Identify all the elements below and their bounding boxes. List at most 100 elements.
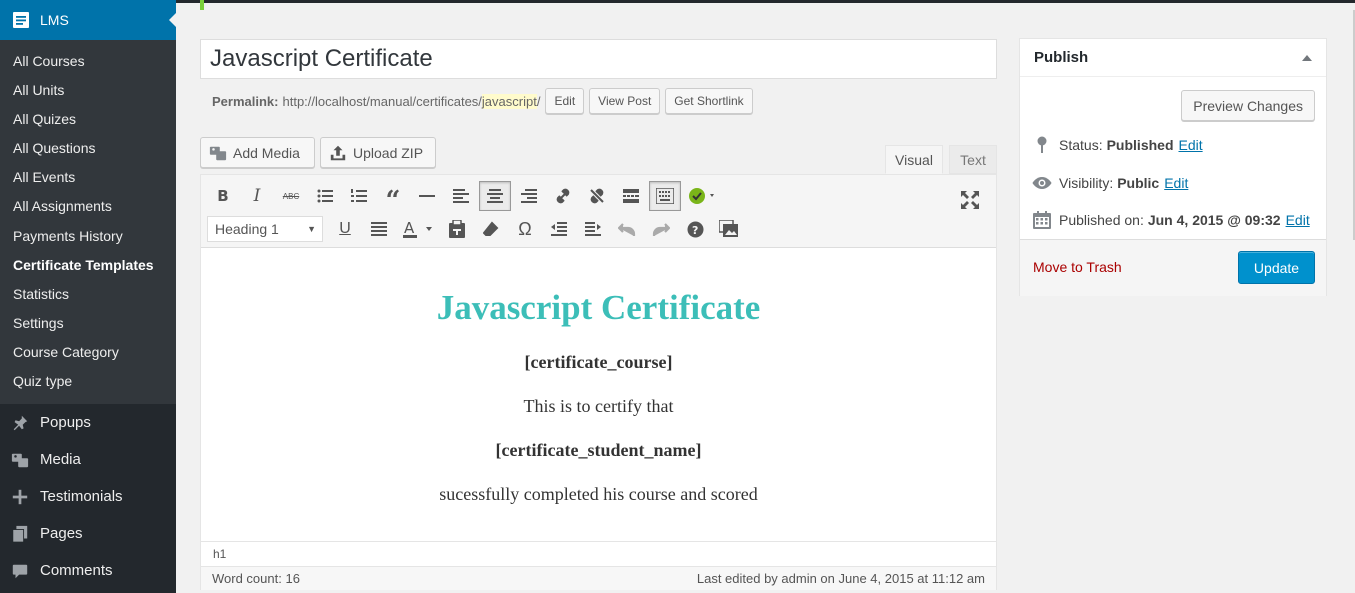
- redo-icon[interactable]: [645, 214, 677, 244]
- word-count: Word count: 16: [212, 571, 300, 586]
- italic-icon[interactable]: I: [241, 181, 273, 211]
- publish-box: Publish Preview Changes Status: Publishe…: [1019, 38, 1327, 296]
- tab-visual[interactable]: Visual: [885, 145, 943, 174]
- sidebar-item-pages[interactable]: Pages: [0, 515, 176, 552]
- get-shortlink-button[interactable]: Get Shortlink: [665, 88, 753, 114]
- submenu-item-all-quizes[interactable]: All Quizes: [0, 105, 176, 134]
- undo-icon[interactable]: [611, 214, 643, 244]
- move-to-trash-link[interactable]: Move to Trash: [1033, 259, 1122, 275]
- submenu-item-payments-history[interactable]: Payments History: [0, 222, 176, 251]
- visibility-value: Public: [1117, 175, 1160, 191]
- view-post-button[interactable]: View Post: [589, 88, 661, 114]
- toolbar-toggle-icon[interactable]: [649, 181, 681, 211]
- submenu-item-settings[interactable]: Settings: [0, 309, 176, 338]
- pages-icon: [10, 524, 30, 544]
- media-icon: [209, 144, 227, 162]
- collapse-arrow-icon[interactable]: [1302, 54, 1312, 61]
- horizontal-line-icon[interactable]: [411, 181, 443, 211]
- sidebar-item-popups[interactable]: Popups: [0, 404, 176, 441]
- align-left-icon[interactable]: [445, 181, 477, 211]
- sidebar-item-label: Popups: [40, 414, 91, 432]
- paste-text-icon[interactable]: [441, 214, 473, 244]
- submenu-item-course-category[interactable]: Course Category: [0, 338, 176, 367]
- link-icon[interactable]: [547, 181, 579, 211]
- upload-zip-button[interactable]: Upload ZIP: [320, 137, 436, 168]
- top-bar-edge: [176, 0, 1355, 3]
- word-count-bar: Word count: 16 Last edited by admin on J…: [201, 566, 996, 590]
- submenu-item-quiz-type[interactable]: Quiz type: [0, 367, 176, 396]
- upload-zip-label: Upload ZIP: [353, 144, 424, 161]
- status-value: Published: [1106, 137, 1174, 153]
- special-character-icon[interactable]: Ω: [509, 214, 541, 244]
- submenu-item-all-assignments[interactable]: All Assignments: [0, 192, 176, 221]
- pin-icon: [10, 413, 30, 433]
- submenu-item-all-questions[interactable]: All Questions: [0, 134, 176, 163]
- sidebar-item-testimonials[interactable]: Testimonials: [0, 478, 176, 515]
- outdent-icon[interactable]: [543, 214, 575, 244]
- submenu-item-all-courses[interactable]: All Courses: [0, 47, 176, 76]
- edit-status-link[interactable]: Edit: [1179, 137, 1203, 153]
- help-icon[interactable]: ?: [679, 214, 711, 244]
- submenu-item-all-units[interactable]: All Units: [0, 76, 176, 105]
- post-title-input[interactable]: Javascript Certificate: [200, 39, 997, 79]
- fullscreen-icon[interactable]: [954, 185, 986, 215]
- permalink-slug[interactable]: javascript: [481, 93, 537, 109]
- submenu-item-certificate-templates[interactable]: Certificate Templates: [0, 251, 176, 280]
- spellcheck-icon[interactable]: [683, 181, 723, 211]
- editor-content[interactable]: Javascript Certificate [certificate_cour…: [201, 248, 996, 541]
- visibility-label: Visibility:: [1059, 175, 1114, 191]
- lms-submenu: All Courses All Units All Quizes All Que…: [0, 40, 176, 405]
- tab-text[interactable]: Text: [949, 145, 997, 174]
- blockquote-icon[interactable]: “: [377, 181, 409, 216]
- add-media-button[interactable]: Add Media: [200, 137, 315, 168]
- published-value: Jun 4, 2015 @ 09:32: [1147, 212, 1281, 228]
- completed-text: sucessfully completed his course and sco…: [439, 484, 758, 504]
- certify-text: This is to certify that: [523, 396, 674, 416]
- course-shortcode: [certificate_course]: [524, 352, 673, 372]
- numbered-list-icon[interactable]: [343, 181, 375, 211]
- clear-formatting-icon[interactable]: [475, 214, 507, 244]
- edit-date-link[interactable]: Edit: [1286, 212, 1310, 228]
- permalink-base: http://localhost/manual/certificates/: [282, 93, 482, 109]
- preview-changes-button[interactable]: Preview Changes: [1181, 90, 1315, 121]
- align-right-icon[interactable]: [513, 181, 545, 211]
- format-select[interactable]: Heading 1 ▼: [207, 216, 323, 242]
- bulleted-list-icon[interactable]: [309, 181, 341, 211]
- student-name-shortcode: [certificate_student_name]: [495, 440, 702, 460]
- status-row: Status: Published Edit: [1032, 135, 1203, 155]
- indent-icon[interactable]: [577, 214, 609, 244]
- published-label: Published on:: [1059, 212, 1144, 228]
- publish-actions: Move to Trash Update: [1020, 239, 1326, 296]
- publish-box-header[interactable]: Publish: [1020, 39, 1326, 77]
- read-more-icon[interactable]: [615, 181, 647, 211]
- element-path[interactable]: h1: [201, 541, 996, 566]
- last-edited: Last edited by admin on June 4, 2015 at …: [696, 571, 985, 586]
- bold-icon[interactable]: B: [207, 181, 239, 211]
- editor-toolbar: B I ABC “ Heading 1 ▼ U A Ω ?: [201, 175, 996, 248]
- sidebar-item-media[interactable]: Media: [0, 441, 176, 478]
- svg-text:A: A: [404, 220, 415, 237]
- post-editor: B I ABC “ Heading 1 ▼ U A Ω ? Javascript…: [200, 174, 997, 590]
- submenu-item-all-events[interactable]: All Events: [0, 163, 176, 192]
- edit-visibility-link[interactable]: Edit: [1164, 175, 1188, 191]
- strikethrough-icon[interactable]: ABC: [275, 181, 307, 211]
- unlink-icon[interactable]: [581, 181, 613, 211]
- toolbar-row-1: B I ABC “: [207, 180, 725, 216]
- update-button[interactable]: Update: [1238, 251, 1315, 284]
- document-icon: [10, 9, 32, 31]
- sidebar-item-comments[interactable]: Comments: [0, 552, 176, 589]
- justify-icon[interactable]: [363, 214, 395, 244]
- text-color-icon[interactable]: A: [397, 214, 439, 244]
- align-center-icon[interactable]: [479, 181, 511, 211]
- submenu-item-statistics[interactable]: Statistics: [0, 280, 176, 309]
- eye-icon: [1032, 173, 1052, 193]
- edit-permalink-button[interactable]: Edit: [545, 88, 585, 114]
- sidebar-item-lms[interactable]: LMS: [0, 0, 177, 40]
- insert-gallery-icon[interactable]: [713, 214, 745, 244]
- permalink-tail: /: [536, 93, 541, 109]
- sidebar-item-label: Comments: [40, 562, 113, 580]
- upload-icon: [329, 144, 347, 162]
- underline-icon[interactable]: U: [329, 214, 361, 244]
- published-on-row: Published on: Jun 4, 2015 @ 09:32 Edit: [1032, 210, 1310, 230]
- sidebar-item-label: Testimonials: [40, 488, 123, 506]
